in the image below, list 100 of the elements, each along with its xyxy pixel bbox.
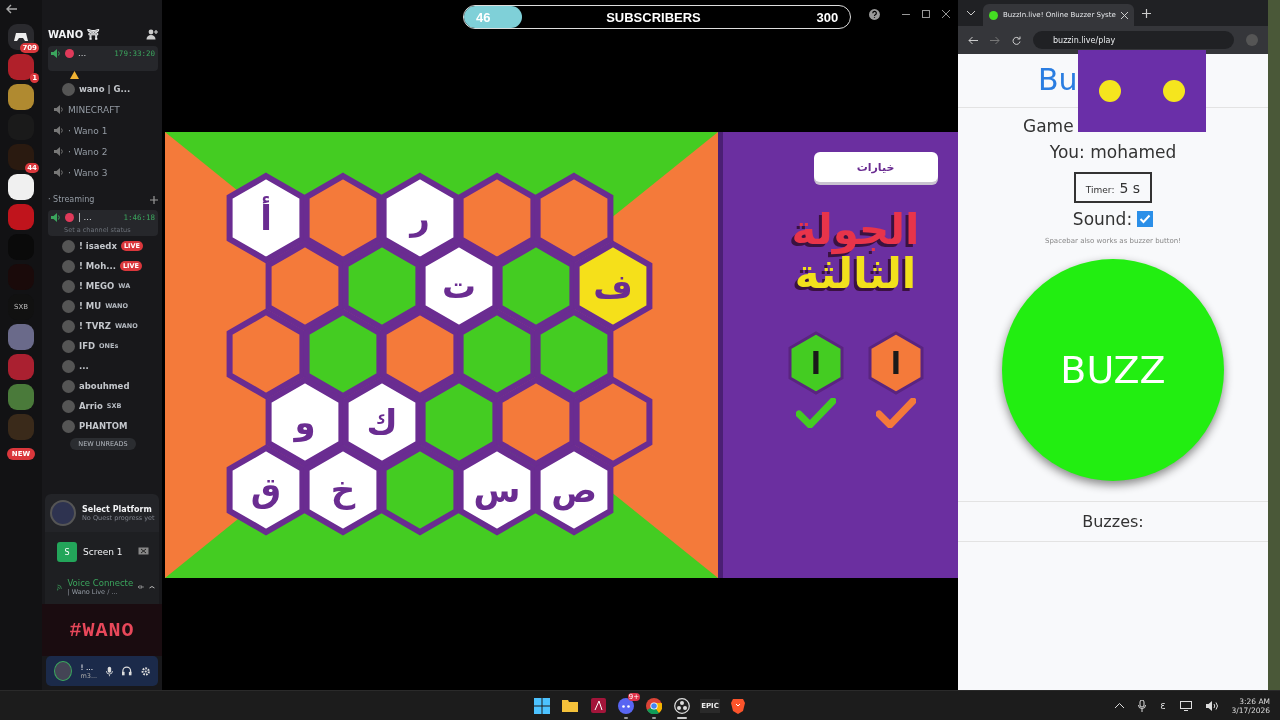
network-icon[interactable] bbox=[1179, 700, 1192, 711]
stop-sharing-icon[interactable] bbox=[138, 547, 149, 557]
hex-tile[interactable] bbox=[303, 172, 383, 264]
microphone-icon[interactable] bbox=[106, 665, 114, 677]
member-name[interactable]: ! Moh... bbox=[79, 261, 116, 271]
hex-tile[interactable] bbox=[226, 308, 306, 400]
language-indicator[interactable]: ε bbox=[1160, 700, 1166, 711]
hex-tile[interactable] bbox=[573, 376, 653, 468]
voice-channel-name[interactable]: · Wano 1 bbox=[68, 125, 108, 136]
member-name[interactable]: IFD bbox=[79, 341, 96, 351]
microphone-icon[interactable] bbox=[1138, 699, 1147, 712]
folder-icon[interactable] bbox=[562, 699, 578, 712]
member-name[interactable]: ! MEGO bbox=[79, 281, 115, 291]
app-icon[interactable] bbox=[590, 698, 606, 713]
banner-text: #WANO bbox=[69, 618, 135, 642]
buzzes-heading: Buzzes: bbox=[1082, 512, 1144, 531]
hex-tile[interactable] bbox=[457, 172, 537, 264]
options-button[interactable]: خيارات bbox=[813, 152, 938, 182]
voice-status[interactable]: Voice Connecte bbox=[67, 578, 134, 588]
chevron-up-icon[interactable] bbox=[1115, 703, 1125, 708]
voice-channel-name[interactable]: · Wano 2 bbox=[68, 146, 108, 157]
add-member-icon[interactable] bbox=[146, 28, 158, 40]
soundwave-icon[interactable] bbox=[138, 582, 145, 592]
member-name[interactable]: abouhmed bbox=[79, 381, 130, 391]
hex-tile[interactable]: ك bbox=[342, 376, 422, 468]
category-name[interactable]: · Streaming bbox=[48, 195, 95, 204]
back-icon[interactable] bbox=[968, 35, 978, 45]
member-name[interactable]: PHANTOM bbox=[79, 421, 128, 431]
hex-tile[interactable] bbox=[342, 240, 422, 332]
hex-tile[interactable] bbox=[265, 240, 345, 332]
game-label: Game bbox=[1023, 116, 1074, 136]
hex-tile[interactable] bbox=[496, 240, 576, 332]
hex-tile[interactable] bbox=[457, 308, 537, 400]
address-bar[interactable]: buzzin.live/play bbox=[1033, 31, 1234, 49]
plus-icon[interactable] bbox=[150, 195, 158, 204]
member-name[interactable]: ! TVRZ bbox=[79, 321, 111, 331]
close-icon[interactable] bbox=[942, 10, 950, 18]
hex-tile[interactable] bbox=[534, 172, 614, 264]
hex-tile[interactable] bbox=[380, 444, 460, 536]
speaker-icon bbox=[54, 168, 64, 177]
goal-label: SUBSCRIBERS bbox=[606, 9, 701, 25]
hex-tile[interactable]: ص bbox=[534, 444, 614, 536]
close-icon[interactable] bbox=[1120, 11, 1128, 19]
avatar bbox=[65, 48, 74, 58]
server-icon[interactable] bbox=[8, 174, 34, 200]
member-name[interactable]: ! isaedx bbox=[79, 241, 117, 251]
avatar bbox=[62, 259, 75, 273]
hex-tile[interactable] bbox=[380, 308, 460, 400]
hex-tile[interactable]: ق bbox=[226, 444, 306, 536]
forward-icon[interactable] bbox=[990, 35, 1000, 45]
timer-box: Timer: 5 s bbox=[1073, 172, 1153, 203]
hang-up-icon[interactable] bbox=[149, 584, 155, 590]
volume-icon[interactable] bbox=[1205, 700, 1218, 711]
hex-tile[interactable] bbox=[534, 308, 614, 400]
headphones-icon[interactable] bbox=[122, 666, 132, 676]
hex-tile[interactable]: ف bbox=[573, 240, 653, 332]
avatar bbox=[62, 359, 75, 373]
tab-list-icon[interactable] bbox=[967, 10, 975, 16]
speaker-icon bbox=[54, 147, 64, 156]
hex-tile[interactable]: أ bbox=[226, 172, 306, 264]
maximize-icon[interactable] bbox=[922, 10, 930, 18]
avatar bbox=[62, 339, 75, 353]
favicon-icon bbox=[989, 10, 998, 20]
round-title: الجولة bbox=[791, 208, 920, 253]
server-name[interactable]: WANO ⛩ bbox=[48, 28, 100, 40]
quest-title: Select Platform bbox=[82, 504, 153, 514]
screen-name: Screen 1 bbox=[83, 547, 124, 557]
hex-tile[interactable]: ر bbox=[380, 172, 460, 264]
minimize-icon[interactable] bbox=[902, 13, 911, 15]
checkmark-icon bbox=[875, 398, 916, 429]
back-arrow-icon[interactable] bbox=[6, 4, 18, 14]
sound-checkbox[interactable] bbox=[1137, 211, 1154, 227]
new-tab-icon[interactable] bbox=[1141, 8, 1151, 18]
screen-icon: S bbox=[57, 542, 77, 562]
member-name[interactable]: wano | G... bbox=[79, 84, 131, 94]
windows-start-icon[interactable] bbox=[534, 697, 550, 714]
avatar bbox=[62, 419, 75, 433]
avatar bbox=[62, 279, 75, 293]
hex-tile[interactable] bbox=[419, 376, 499, 468]
member-name[interactable]: ! MU bbox=[79, 301, 102, 311]
reload-icon[interactable] bbox=[1012, 35, 1021, 45]
hex-tile[interactable]: خ bbox=[303, 444, 383, 536]
avatar[interactable] bbox=[54, 661, 72, 681]
voice-channel-name[interactable]: · Wano 3 bbox=[68, 167, 108, 178]
hex-tile[interactable] bbox=[496, 376, 576, 468]
avatar bbox=[62, 319, 75, 333]
hex-tile[interactable]: و bbox=[265, 376, 345, 468]
hex-tile[interactable] bbox=[303, 308, 383, 400]
server-icon[interactable] bbox=[8, 84, 34, 110]
voice-channel-name[interactable]: MINECRAFT bbox=[68, 104, 120, 115]
member-name[interactable]: Arrio bbox=[79, 401, 103, 411]
player-name: You: mohamed bbox=[1049, 142, 1177, 162]
hex-tile[interactable]: ت bbox=[419, 240, 499, 332]
speaker-icon bbox=[51, 212, 61, 222]
member-name[interactable]: ... bbox=[79, 361, 89, 371]
settings-icon[interactable] bbox=[140, 665, 150, 677]
chat-app-icon[interactable] bbox=[618, 697, 634, 714]
hex-tile[interactable]: س bbox=[457, 444, 537, 536]
help-icon[interactable] bbox=[869, 8, 881, 20]
browser-icon[interactable] bbox=[646, 697, 662, 714]
